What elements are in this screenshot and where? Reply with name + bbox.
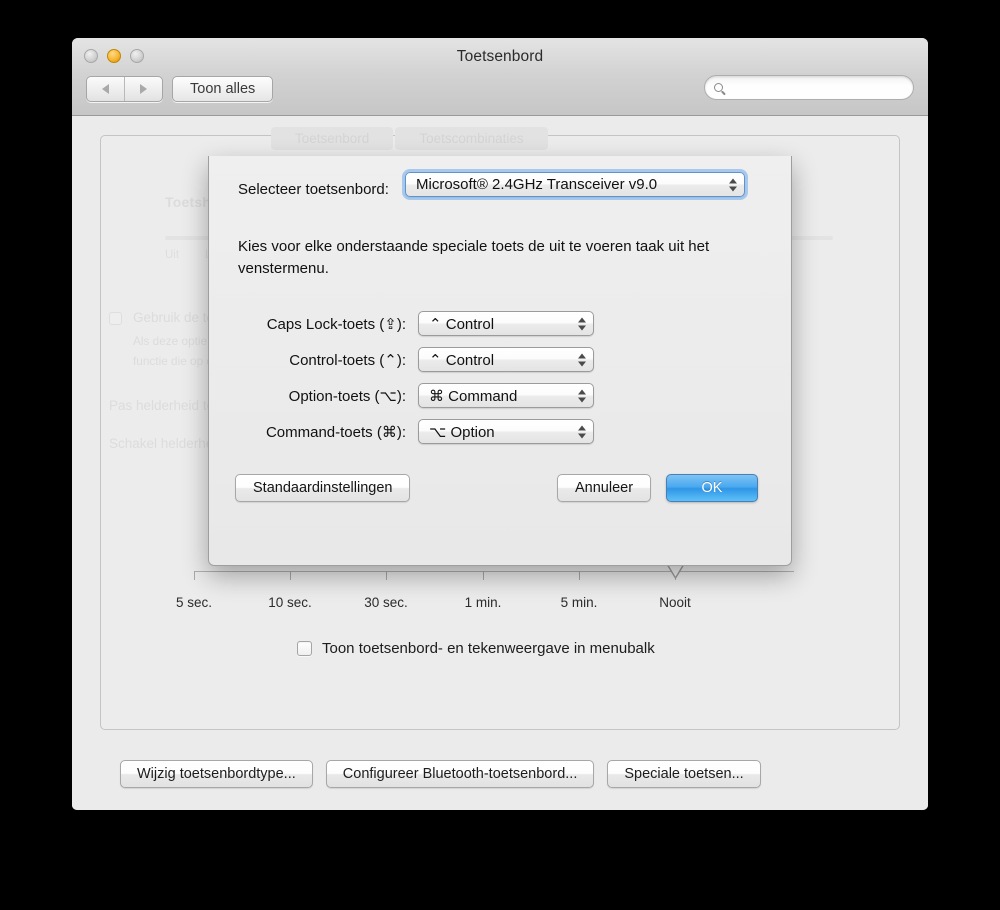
caps-lock-row: Caps Lock-toets (⇪): ⌃ Control	[238, 311, 594, 336]
slider-tick	[194, 571, 195, 580]
restore-defaults-button[interactable]: Standaardinstellingen	[235, 474, 411, 502]
show-keyboard-viewer-label: Toon toetsenbord- en tekenweergave in me…	[322, 640, 655, 657]
preferences-content: Toetsenbord Toetscombinaties Toetsherhaa…	[72, 116, 928, 810]
configure-bluetooth-keyboard-label: Configureer Bluetooth-toetsenbord...	[342, 766, 578, 782]
slider-tick	[386, 571, 387, 580]
window-title: Toetsenbord	[456, 48, 544, 65]
configure-bluetooth-keyboard-button[interactable]: Configureer Bluetooth-toetsenbord...	[325, 760, 595, 788]
caps-lock-value: ⌃ Control	[429, 315, 495, 333]
ok-label: OK	[701, 480, 723, 496]
modifier-keys-sheet: Selecteer toetsenbord: Microsoft® 2.4GHz…	[208, 156, 792, 566]
select-keyboard-label: Selecteer toetsenbord:	[238, 181, 389, 198]
rate-label-off: Uit	[165, 249, 180, 261]
navigation-segmented-control[interactable]	[86, 76, 163, 102]
system-preferences-window: Toetsenbord Toon alles Toetsenbord Toets…	[72, 38, 928, 810]
restore-defaults-label: Standaardinstellingen	[253, 480, 393, 496]
change-keyboard-type-button[interactable]: Wijzig toetsenbordtype...	[120, 760, 313, 788]
caps-lock-popup[interactable]: ⌃ Control	[418, 311, 594, 336]
control-key-popup[interactable]: ⌃ Control	[418, 347, 594, 372]
slider-label: 30 sec.	[364, 595, 408, 610]
slider-label: 5 min.	[560, 595, 598, 610]
back-button[interactable]	[87, 77, 125, 101]
command-key-row: Command-toets (⌘): ⌥ Option	[238, 419, 594, 444]
slider-tick	[483, 571, 484, 580]
command-key-popup[interactable]: ⌥ Option	[418, 419, 594, 444]
bottom-button-group: Wijzig toetsenbordtype... Configureer Bl…	[120, 760, 761, 788]
chevron-left-icon	[102, 84, 109, 94]
slider-track	[194, 571, 794, 572]
chevron-right-icon	[140, 84, 147, 94]
sheet-description: Kies voor elke onderstaande speciale toe…	[238, 238, 710, 277]
forward-button[interactable]	[125, 77, 162, 101]
slider-tick	[290, 571, 291, 580]
option-key-row: Option-toets (⌥): ⌘ Command	[238, 383, 594, 408]
modifier-keys-button[interactable]: Speciale toetsen...	[607, 760, 761, 788]
cancel-label: Annuleer	[575, 480, 634, 496]
fn-keys-checkbox	[109, 312, 122, 325]
caps-lock-label: Caps Lock-toets (⇪):	[266, 315, 406, 333]
option-key-label: Option-toets (⌥):	[288, 387, 406, 405]
command-key-value: ⌥ Option	[429, 423, 495, 441]
control-key-value: ⌃ Control	[429, 351, 495, 369]
stepper-arrows-icon	[578, 425, 586, 438]
slider-label: Nooit	[659, 595, 691, 610]
control-key-label: Control-toets (⌃):	[289, 351, 406, 369]
option-key-popup[interactable]: ⌘ Command	[418, 383, 594, 408]
change-keyboard-type-label: Wijzig toetsenbordtype...	[137, 766, 296, 782]
tab-shortcuts: Toetscombinaties	[395, 127, 548, 150]
ok-button[interactable]: OK	[666, 474, 758, 502]
slider-tick	[579, 571, 580, 580]
pane-tab-bar: Toetsenbord Toetscombinaties	[271, 127, 548, 150]
stepper-arrows-icon	[578, 389, 586, 402]
stepper-arrows-icon	[578, 317, 586, 330]
show-all-label: Toon alles	[190, 81, 256, 97]
slider-label: 1 min.	[464, 595, 502, 610]
stepper-arrows-icon	[729, 178, 737, 191]
show-all-button[interactable]: Toon alles	[172, 76, 274, 102]
slider-label: 10 sec.	[268, 595, 312, 610]
search-field[interactable]	[704, 75, 914, 100]
show-keyboard-viewer-row[interactable]: Toon toetsenbord- en tekenweergave in me…	[287, 640, 655, 657]
tab-keyboard: Toetsenbord	[271, 127, 394, 150]
command-key-label: Command-toets (⌘):	[265, 423, 406, 441]
option-key-value: ⌘ Command	[429, 387, 518, 405]
window-titlebar: Toetsenbord Toon alles	[72, 38, 928, 116]
stepper-arrows-icon	[578, 353, 586, 366]
control-key-row: Control-toets (⌃): ⌃ Control	[238, 347, 594, 372]
cancel-button[interactable]: Annuleer	[557, 474, 652, 502]
keyboard-select-value: Microsoft® 2.4GHz Transceiver v9.0	[416, 176, 658, 193]
search-input[interactable]	[729, 79, 899, 96]
show-keyboard-viewer-checkbox[interactable]	[297, 641, 312, 656]
modifier-keys-label: Speciale toetsen...	[624, 766, 744, 782]
search-icon	[714, 83, 723, 92]
slider-label: 5 sec.	[175, 595, 213, 610]
keyboard-select-popup[interactable]: Microsoft® 2.4GHz Transceiver v9.0	[402, 169, 748, 200]
